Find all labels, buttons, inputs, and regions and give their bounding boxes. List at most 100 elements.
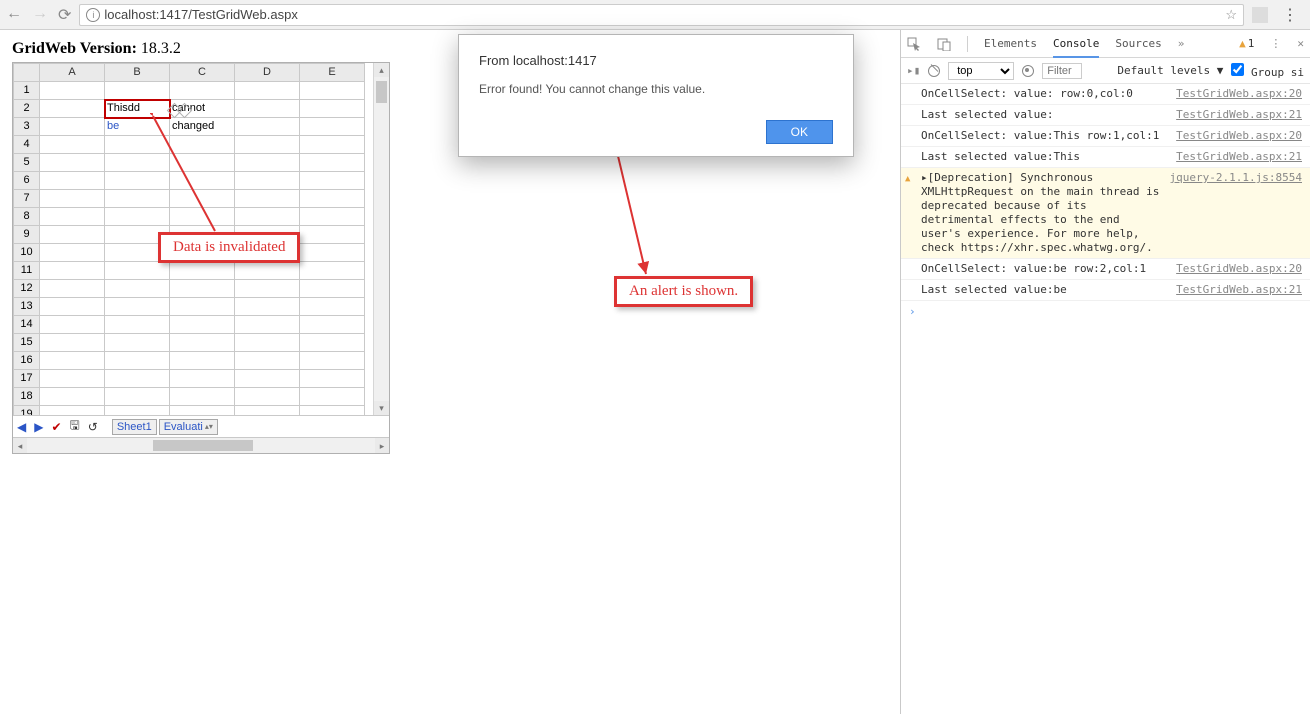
scroll-down-arrow-icon[interactable]: ▾: [374, 401, 389, 415]
grid-cell[interactable]: [300, 280, 365, 298]
grid-cell[interactable]: [300, 244, 365, 262]
grid-cell[interactable]: [170, 388, 235, 406]
row-header[interactable]: 8: [14, 208, 40, 226]
grid-cell[interactable]: [170, 154, 235, 172]
column-header[interactable]: D: [235, 64, 300, 82]
site-info-icon[interactable]: i: [86, 8, 100, 22]
row-header[interactable]: 13: [14, 298, 40, 316]
row-header[interactable]: 10: [14, 244, 40, 262]
grid-cell[interactable]: [40, 298, 105, 316]
console-source-link[interactable]: TestGridWeb.aspx:21: [1176, 150, 1302, 164]
incognito-icon[interactable]: [1252, 7, 1268, 23]
grid-cell[interactable]: [105, 370, 170, 388]
grid-cell[interactable]: [235, 172, 300, 190]
console-output[interactable]: OnCellSelect: value: row:0,col:0TestGrid…: [901, 84, 1310, 714]
scroll-up-arrow-icon[interactable]: ▴: [374, 63, 389, 77]
hscroll-thumb[interactable]: [153, 440, 253, 451]
row-header[interactable]: 9: [14, 226, 40, 244]
devtools-settings-icon[interactable]: ⋮: [1270, 37, 1281, 50]
grid-cell[interactable]: [170, 172, 235, 190]
grid-cell[interactable]: [300, 172, 365, 190]
grid-cell[interactable]: [40, 370, 105, 388]
nav-first-icon[interactable]: ◀: [17, 420, 26, 434]
row-header[interactable]: 3: [14, 118, 40, 136]
console-sidebar-toggle-icon[interactable]: ▸▮: [907, 64, 920, 77]
column-header[interactable]: E: [300, 64, 365, 82]
inspect-element-icon[interactable]: [907, 37, 921, 51]
row-header[interactable]: 2: [14, 100, 40, 118]
grid-cell[interactable]: Thisdd: [105, 100, 170, 118]
row-header[interactable]: 7: [14, 190, 40, 208]
grid-cell[interactable]: [300, 136, 365, 154]
grid-cell[interactable]: [105, 262, 170, 280]
device-toggle-icon[interactable]: [937, 37, 951, 51]
grid-cell[interactable]: [235, 406, 300, 416]
tab-dropdown-icon[interactable]: ▴▾: [205, 420, 213, 434]
forward-icon[interactable]: →: [32, 5, 48, 25]
grid-cell[interactable]: [105, 208, 170, 226]
row-header[interactable]: 12: [14, 280, 40, 298]
console-source-link[interactable]: TestGridWeb.aspx:20: [1176, 129, 1302, 143]
undo-icon[interactable]: ↺: [88, 420, 98, 434]
nav-next-icon[interactable]: ▶: [34, 420, 43, 434]
grid-cell[interactable]: [235, 262, 300, 280]
address-bar[interactable]: i localhost:1417/TestGridWeb.aspx ☆: [79, 4, 1244, 26]
grid-cell[interactable]: [170, 208, 235, 226]
vertical-scrollbar[interactable]: ▴ ▾: [373, 63, 389, 415]
grid-cell[interactable]: [170, 352, 235, 370]
back-icon[interactable]: ←: [6, 5, 22, 25]
grid-cell[interactable]: [40, 388, 105, 406]
grid-cell[interactable]: [105, 352, 170, 370]
row-header[interactable]: 11: [14, 262, 40, 280]
grid-cell[interactable]: [40, 172, 105, 190]
grid-cell[interactable]: [105, 154, 170, 172]
column-header[interactable]: A: [40, 64, 105, 82]
devtools-tab-console[interactable]: Console: [1053, 37, 1099, 58]
grid-cell[interactable]: [40, 118, 105, 136]
grid-cell[interactable]: [300, 316, 365, 334]
console-source-link[interactable]: TestGridWeb.aspx:21: [1176, 283, 1302, 297]
row-header[interactable]: 1: [14, 82, 40, 100]
grid-cell[interactable]: [40, 352, 105, 370]
grid-cell[interactable]: [235, 298, 300, 316]
grid-cell[interactable]: be: [105, 118, 170, 136]
grid-cell[interactable]: [300, 352, 365, 370]
grid-cell[interactable]: [105, 334, 170, 352]
grid-cell[interactable]: [300, 82, 365, 100]
grid-cell[interactable]: [40, 226, 105, 244]
dialog-ok-button[interactable]: OK: [766, 120, 833, 144]
commit-icon[interactable]: ✔: [51, 420, 61, 434]
grid-cell[interactable]: [40, 154, 105, 172]
grid-cell[interactable]: cannot: [170, 100, 235, 118]
grid-cell[interactable]: [40, 316, 105, 334]
row-header[interactable]: 17: [14, 370, 40, 388]
devtools-warn-count[interactable]: ▲1: [1239, 37, 1254, 50]
grid-cell[interactable]: [40, 262, 105, 280]
grid-cell[interactable]: [170, 370, 235, 388]
grid-cell[interactable]: [40, 190, 105, 208]
grid-cell[interactable]: [300, 154, 365, 172]
scroll-right-arrow-icon[interactable]: ▸: [375, 438, 389, 453]
row-header[interactable]: 18: [14, 388, 40, 406]
grid-cell[interactable]: [300, 406, 365, 416]
grid-cell[interactable]: [105, 136, 170, 154]
grid-cell[interactable]: [40, 100, 105, 118]
tab-sheet1[interactable]: Sheet1: [112, 419, 157, 435]
grid-cell[interactable]: [235, 100, 300, 118]
console-clear-icon[interactable]: [928, 65, 940, 77]
grid-cell[interactable]: [235, 334, 300, 352]
grid-cell[interactable]: [235, 154, 300, 172]
grid-cell[interactable]: [300, 388, 365, 406]
grid-cell[interactable]: [170, 406, 235, 416]
browser-menu-icon[interactable]: ⋮: [1276, 5, 1304, 25]
row-header[interactable]: 5: [14, 154, 40, 172]
console-context-select[interactable]: top: [948, 62, 1014, 80]
devtools-close-icon[interactable]: ✕: [1297, 37, 1304, 50]
console-source-link[interactable]: TestGridWeb.aspx:20: [1176, 87, 1302, 101]
grid-cell[interactable]: [40, 334, 105, 352]
grid-cell[interactable]: [300, 190, 365, 208]
grid-cell[interactable]: [40, 406, 105, 416]
row-header[interactable]: 19: [14, 406, 40, 416]
row-header[interactable]: 16: [14, 352, 40, 370]
console-live-icon[interactable]: [1022, 65, 1034, 77]
